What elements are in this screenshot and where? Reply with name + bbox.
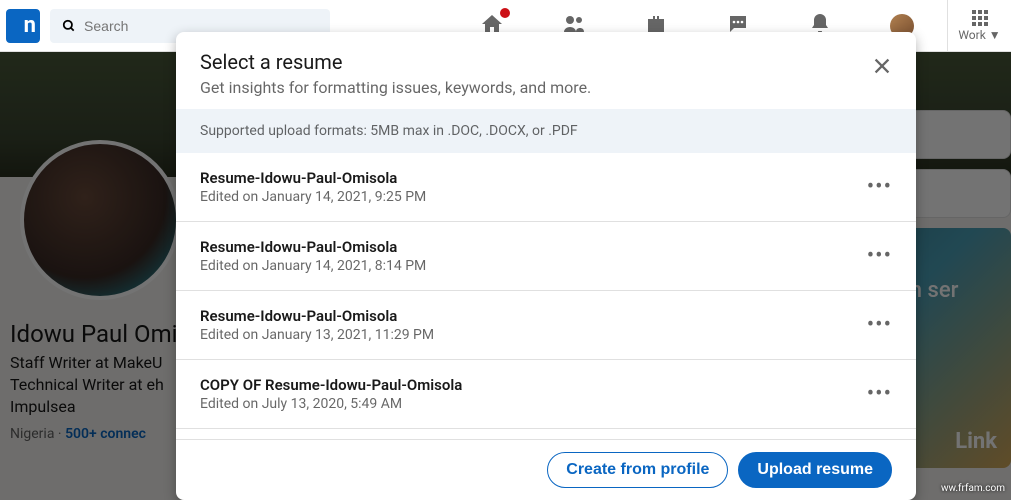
resume-meta: Edited on January 13, 2021, 11:29 PM — [200, 327, 892, 343]
more-options-button[interactable]: ••• — [867, 244, 892, 269]
resume-list[interactable]: Resume-Idowu-Paul-Omisola Edited on Janua… — [176, 153, 916, 439]
close-button[interactable] — [866, 50, 898, 82]
modal-footer: Create from profile Upload resume — [176, 439, 916, 500]
resume-item[interactable]: Resume-Idowu-Paul-Omisola Edited on Janua… — [176, 153, 916, 222]
resume-modal: Select a resume Get insights for formatt… — [176, 32, 916, 500]
work-label: Work — [958, 28, 985, 42]
upload-resume-button[interactable]: Upload resume — [738, 452, 892, 488]
resume-meta: Edited on January 14, 2021, 8:14 PM — [200, 258, 892, 274]
resume-name: Resume-Idowu-Paul-Omisola — [200, 238, 892, 256]
resume-item[interactable]: Resume-Idowu-Paul-Omisola Edited on Janua… — [176, 291, 916, 360]
notification-badge — [498, 6, 512, 20]
modal-header: Select a resume Get insights for formatt… — [176, 32, 916, 109]
resume-name: COPY OF Resume-Idowu-Paul-Omisola — [200, 376, 892, 394]
resume-name: Resume-Idowu-Paul-Omisola — [200, 307, 892, 325]
create-from-profile-button[interactable]: Create from profile — [547, 452, 728, 488]
resume-meta: Edited on July 13, 2020, 5:49 AM — [200, 396, 892, 412]
resume-meta: Edited on January 14, 2021, 9:25 PM — [200, 189, 892, 205]
resume-item[interactable]: Resume-Idowu-Paul-Omisola Edited on Janua… — [176, 222, 916, 291]
format-info: Supported upload formats: 5MB max in .DO… — [176, 109, 916, 153]
search-icon — [62, 18, 76, 34]
resume-item[interactable]: COPY OF Resume-Idowu-Paul-Omisola Edited … — [176, 360, 916, 429]
modal-subtitle: Get insights for formatting issues, keyw… — [200, 78, 892, 97]
more-options-button[interactable]: ••• — [867, 313, 892, 338]
resume-name: Resume-Idowu-Paul-Omisola — [200, 169, 892, 187]
work-menu[interactable]: Work ▼ — [947, 0, 1011, 52]
close-icon — [871, 55, 893, 77]
more-options-button[interactable]: ••• — [867, 382, 892, 407]
apps-grid-icon — [972, 10, 988, 26]
linkedin-logo[interactable]: n — [6, 9, 40, 43]
more-options-button[interactable]: ••• — [867, 175, 892, 200]
watermark: ww.frfam.com — [941, 483, 1005, 494]
modal-title: Select a resume — [200, 50, 892, 74]
